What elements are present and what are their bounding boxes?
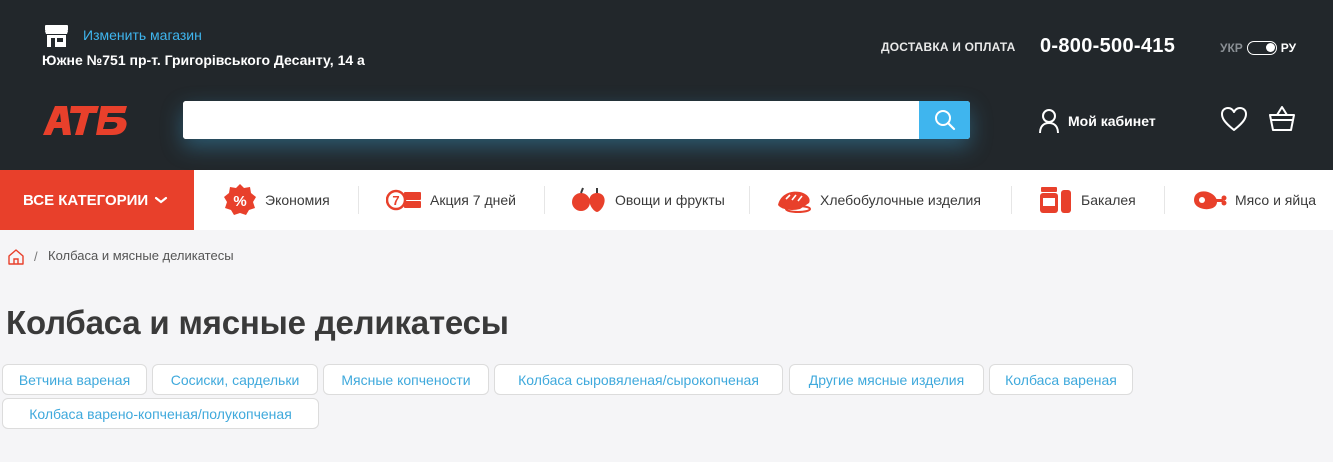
divider xyxy=(358,186,359,214)
user-icon xyxy=(1039,109,1059,134)
language-switcher[interactable]: УКР РУ xyxy=(1220,40,1296,56)
lang-ru[interactable]: РУ xyxy=(1281,41,1296,55)
breadcrumb-current: Колбаса и мясные деликатесы xyxy=(48,248,234,263)
search-bar xyxy=(183,101,970,139)
divider xyxy=(1011,186,1012,214)
category-economy[interactable]: % Экономия xyxy=(223,170,330,230)
subcategory-chip[interactable]: Другие мясные изделия xyxy=(789,364,984,395)
home-icon[interactable] xyxy=(7,248,25,265)
chevron-down-icon xyxy=(155,196,168,204)
category-label: Хлебобулочные изделия xyxy=(820,192,981,208)
my-account-link[interactable]: Мой кабинет xyxy=(1038,108,1156,134)
header: Изменить магазин Южне №751 пр-т. Григорі… xyxy=(0,0,1333,170)
meat-icon xyxy=(1194,191,1227,210)
search-input[interactable] xyxy=(183,101,919,139)
subcategory-chip[interactable]: Сосиски, сардельки xyxy=(152,364,318,395)
category-label: Бакалея xyxy=(1081,192,1136,208)
category-bar: ВСЕ КАТЕГОРИИ % Экономия 7 Акция 7 дней … xyxy=(0,170,1333,230)
category-vegetables-fruits[interactable]: Овощи и фрукты xyxy=(571,170,725,230)
divider xyxy=(1164,186,1165,214)
lang-ukr[interactable]: УКР xyxy=(1220,41,1243,55)
change-store-link[interactable]: Изменить магазин xyxy=(83,27,202,43)
store-address[interactable]: Южне №751 пр-т. Григорівського Десанту, … xyxy=(42,52,365,68)
category-label: Мясо и яйца xyxy=(1235,192,1316,208)
jar-icon xyxy=(1040,187,1071,213)
divider xyxy=(544,186,545,214)
my-account-label: Мой кабинет xyxy=(1068,113,1156,129)
category-bakery[interactable]: Хлебобулочные изделия xyxy=(776,170,981,230)
all-categories-label: ВСЕ КАТЕГОРИИ xyxy=(23,191,149,209)
seven-days-icon: 7 xyxy=(386,189,421,211)
heart-icon[interactable] xyxy=(1220,106,1248,132)
subcategory-chip[interactable]: Колбаса вареная xyxy=(989,364,1133,395)
percent-badge-icon: % xyxy=(224,184,256,215)
page-title: Колбаса и мясные деликатесы xyxy=(6,304,509,341)
language-toggle[interactable] xyxy=(1246,41,1277,55)
breadcrumb-separator: / xyxy=(34,249,38,264)
search-button[interactable] xyxy=(919,101,970,139)
subcategory-chip[interactable]: Ветчина вареная xyxy=(2,364,147,395)
category-promo-7-days[interactable]: 7 Акция 7 дней xyxy=(386,170,516,230)
category-label: Акция 7 дней xyxy=(430,192,516,208)
subcategory-chip[interactable]: Колбаса варено-копченая/полукопченая xyxy=(2,398,319,429)
svg-text:%: % xyxy=(233,193,246,210)
store-icon[interactable] xyxy=(43,24,70,48)
search-icon xyxy=(934,110,955,131)
subcategory-chip[interactable]: Колбаса сыровяленая/сырокопченая xyxy=(494,364,783,395)
divider xyxy=(749,186,750,214)
delivery-payment-link[interactable]: ДОСТАВКА И ОПЛАТА xyxy=(881,40,1016,54)
phone-number[interactable]: 0-800-500-415 xyxy=(1040,35,1175,58)
bread-icon xyxy=(778,191,811,213)
category-meat-eggs[interactable]: Мясо и яйца xyxy=(1191,170,1316,230)
svg-text:7: 7 xyxy=(392,193,399,208)
category-label: Экономия xyxy=(265,192,330,208)
subcategory-chip[interactable]: Мясные копчености xyxy=(323,364,489,395)
apple-icon xyxy=(572,187,605,212)
category-label: Овощи и фрукты xyxy=(615,192,725,208)
basket-icon[interactable] xyxy=(1268,105,1296,133)
atb-logo[interactable] xyxy=(41,104,129,136)
category-grocery[interactable]: Бакалея xyxy=(1039,170,1136,230)
all-categories-button[interactable]: ВСЕ КАТЕГОРИИ xyxy=(0,170,194,230)
